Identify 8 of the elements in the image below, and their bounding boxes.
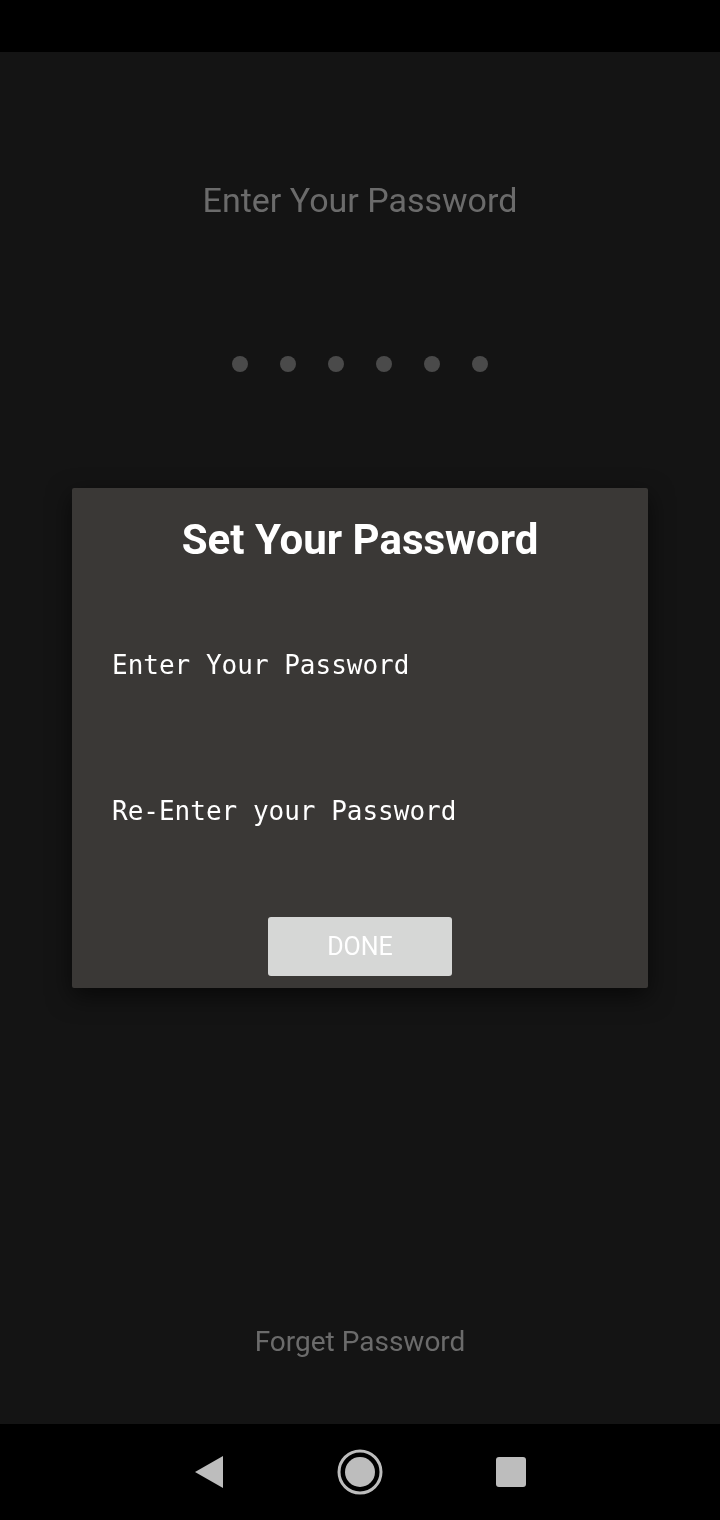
screen-title: Enter Your Password [202, 179, 518, 222]
back-icon[interactable] [193, 1455, 225, 1489]
password-field[interactable]: Re-Enter your Password [112, 774, 608, 848]
recents-icon[interactable] [495, 1456, 527, 1488]
password-field[interactable]: Enter Your Password [112, 628, 608, 702]
forget-password-link[interactable]: Forget Password [254, 1324, 466, 1360]
dialog-title: Set Your Password [180, 514, 540, 566]
home-icon[interactable] [337, 1449, 383, 1495]
